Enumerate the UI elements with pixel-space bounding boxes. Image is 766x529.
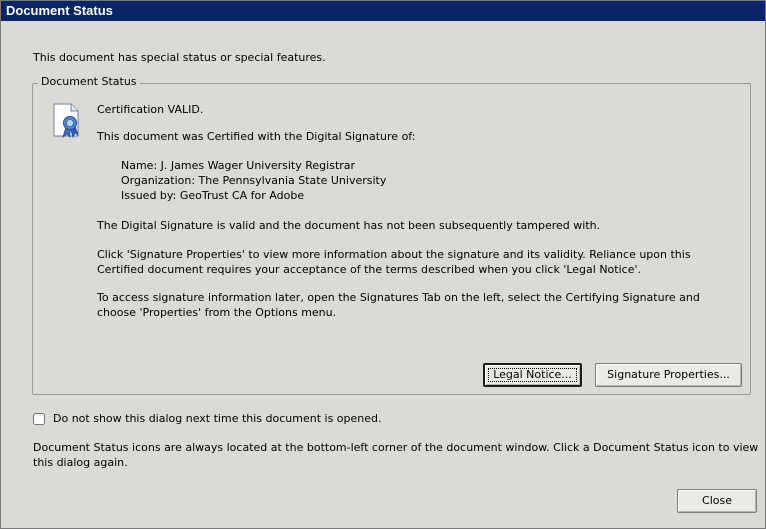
certified-by-intro: This document was Certified with the Dig…: [97, 130, 416, 143]
properties-info: Click 'Signature Properties' to view mor…: [97, 248, 691, 276]
legal-notice-label: Legal Notice...: [493, 368, 572, 381]
signer-organization: Organization: The Pennsylvania State Uni…: [121, 174, 387, 187]
footer-note: Document Status icons are always located…: [33, 441, 759, 469]
document-status-dialog: Document Status This document has specia…: [0, 0, 766, 529]
dialog-title: Document Status: [1, 1, 765, 21]
signature-properties-label: Signature Properties...: [607, 368, 730, 381]
intro-text: This document has special status or spec…: [33, 51, 326, 64]
do-not-show-label[interactable]: Do not show this dialog next time this d…: [53, 412, 382, 425]
certificate-ribbon-icon: [53, 103, 79, 139]
close-button[interactable]: Close: [677, 489, 757, 513]
certificate-issuer: Issued by: GeoTrust CA for Adobe: [121, 189, 305, 202]
access-info: To access signature information later, o…: [97, 291, 700, 319]
certification-status: Certification VALID.: [97, 103, 204, 116]
validity-text: The Digital Signature is valid and the d…: [97, 219, 601, 232]
group-legend: Document Status: [38, 75, 140, 88]
signer-name: Name: J. James Wager University Registra…: [121, 159, 356, 172]
legal-notice-button[interactable]: Legal Notice...: [483, 363, 582, 387]
do-not-show-checkbox[interactable]: [33, 413, 45, 425]
close-label: Close: [702, 494, 732, 507]
signature-properties-button[interactable]: Signature Properties...: [595, 363, 742, 387]
